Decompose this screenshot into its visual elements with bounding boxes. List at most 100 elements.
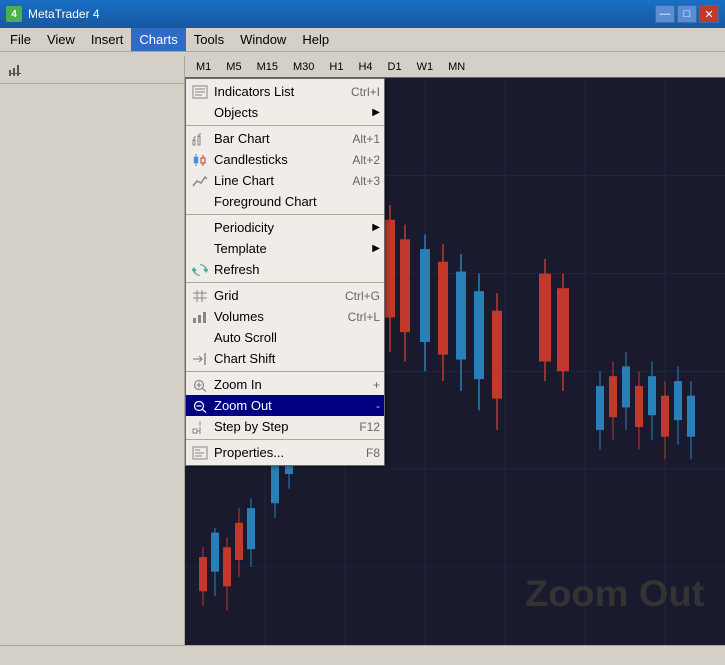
menu-charts[interactable]: Charts xyxy=(131,28,185,51)
menu-auto-scroll[interactable]: Auto Scroll xyxy=(186,327,384,348)
template-label: Template xyxy=(214,241,267,256)
volumes-icon xyxy=(190,309,210,325)
step-by-step-icon xyxy=(190,419,210,435)
menu-step-by-step[interactable]: Step by Step F12 xyxy=(186,416,384,437)
menu-line-chart[interactable]: Line Chart Alt+3 xyxy=(186,170,384,191)
menu-template[interactable]: Template ▶ xyxy=(186,238,384,259)
zoom-out-shortcut: - xyxy=(356,399,380,413)
status-bar xyxy=(0,645,725,665)
left-tool-1[interactable] xyxy=(2,58,28,82)
chart-area: M1 M5 M15 M30 H1 H4 D1 W1 MN xyxy=(185,56,725,645)
menu-foreground-chart[interactable]: Foreground Chart xyxy=(186,191,384,212)
window-controls: — □ ✕ xyxy=(655,5,719,23)
menu-candlesticks[interactable]: Candlesticks Alt+2 xyxy=(186,149,384,170)
candlesticks-icon xyxy=(190,152,210,168)
window-title: MetaTrader 4 xyxy=(28,7,100,21)
tf-m1[interactable]: M1 xyxy=(189,59,218,75)
candlesticks-shortcut: Alt+2 xyxy=(332,153,380,167)
menu-periodicity[interactable]: Periodicity ▶ xyxy=(186,217,384,238)
bar-chart-icon xyxy=(190,131,210,147)
menu-section-2: Bar Chart Alt+1 Candlesticks Alt+2 xyxy=(186,126,384,215)
charts-dropdown-menu: Indicators List Ctrl+I Objects ▶ xyxy=(185,78,385,466)
candlesticks-label: Candlesticks xyxy=(214,152,288,167)
menu-insert[interactable]: Insert xyxy=(83,28,132,51)
objects-label: Objects xyxy=(214,105,258,120)
periodicity-arrow: ▶ xyxy=(372,222,380,233)
volumes-shortcut: Ctrl+L xyxy=(328,310,380,324)
line-chart-icon xyxy=(190,173,210,189)
periodicity-icon xyxy=(190,220,210,236)
bar-chart-label: Bar Chart xyxy=(214,131,270,146)
auto-scroll-icon xyxy=(190,330,210,346)
indicators-list-label: Indicators List xyxy=(214,84,294,99)
zoom-out-icon xyxy=(190,398,210,414)
title-bar: 4 MetaTrader 4 — □ ✕ xyxy=(0,0,725,28)
menu-section-4: Grid Ctrl+G Volumes Ctrl+L Auto Scroll xyxy=(186,283,384,372)
auto-scroll-label: Auto Scroll xyxy=(214,330,277,345)
menu-chart-shift[interactable]: Chart Shift xyxy=(186,348,384,369)
menu-bar-chart[interactable]: Bar Chart Alt+1 xyxy=(186,128,384,149)
zoom-in-label: Zoom In xyxy=(214,377,262,392)
properties-shortcut: F8 xyxy=(346,446,380,460)
periodicity-label: Periodicity xyxy=(214,220,274,235)
indicators-list-icon xyxy=(190,84,210,100)
menu-tools[interactable]: Tools xyxy=(186,28,232,51)
chart-shift-label: Chart Shift xyxy=(214,351,275,366)
zoom-out-label: Zoom Out xyxy=(214,398,272,413)
menu-zoom-out[interactable]: Zoom Out - xyxy=(186,395,384,416)
tf-h1[interactable]: H1 xyxy=(322,59,350,75)
foreground-chart-label: Foreground Chart xyxy=(214,194,317,209)
tf-mn[interactable]: MN xyxy=(441,59,472,75)
indicators-list-shortcut: Ctrl+I xyxy=(331,85,380,99)
menu-window[interactable]: Window xyxy=(232,28,294,51)
template-arrow: ▶ xyxy=(372,243,380,254)
refresh-icon xyxy=(190,262,210,278)
tf-m15[interactable]: M15 xyxy=(250,59,285,75)
zoom-in-icon xyxy=(190,377,210,393)
grid-shortcut: Ctrl+G xyxy=(325,289,380,303)
close-button[interactable]: ✕ xyxy=(699,5,719,23)
menu-help[interactable]: Help xyxy=(294,28,337,51)
menu-bar: File View Insert Charts Tools Window Hel… xyxy=(0,28,725,52)
template-icon xyxy=(190,241,210,257)
main-area: M1 M5 M15 M30 H1 H4 D1 W1 MN xyxy=(0,56,725,645)
step-by-step-shortcut: F12 xyxy=(339,420,380,434)
menu-section-5: Zoom In + Zoom Out - Step xyxy=(186,372,384,440)
left-toolbar xyxy=(0,56,184,84)
step-by-step-label: Step by Step xyxy=(214,419,288,434)
tf-h4[interactable]: H4 xyxy=(351,59,379,75)
tf-m5[interactable]: M5 xyxy=(219,59,248,75)
chart-shift-icon xyxy=(190,351,210,367)
menu-indicators-list[interactable]: Indicators List Ctrl+I xyxy=(186,81,384,102)
menu-volumes[interactable]: Volumes Ctrl+L xyxy=(186,306,384,327)
tf-d1[interactable]: D1 xyxy=(381,59,409,75)
minimize-button[interactable]: — xyxy=(655,5,675,23)
refresh-label: Refresh xyxy=(214,262,260,277)
line-chart-label: Line Chart xyxy=(214,173,274,188)
bar-chart-shortcut: Alt+1 xyxy=(332,132,380,146)
menu-view[interactable]: View xyxy=(39,28,83,51)
tf-m30[interactable]: M30 xyxy=(286,59,321,75)
tf-w1[interactable]: W1 xyxy=(410,59,441,75)
properties-icon xyxy=(190,445,210,461)
foreground-chart-icon xyxy=(190,194,210,210)
menu-grid[interactable]: Grid Ctrl+G xyxy=(186,285,384,306)
objects-icon xyxy=(190,105,210,121)
menu-objects[interactable]: Objects ▶ xyxy=(186,102,384,123)
grid-icon xyxy=(190,288,210,304)
menu-zoom-in[interactable]: Zoom In + xyxy=(186,374,384,395)
volumes-label: Volumes xyxy=(214,309,264,324)
menu-section-6: Properties... F8 xyxy=(186,440,384,465)
menu-file[interactable]: File xyxy=(2,28,39,51)
maximize-button[interactable]: □ xyxy=(677,5,697,23)
grid-label: Grid xyxy=(214,288,239,303)
app-icon: 4 xyxy=(6,6,22,22)
properties-label: Properties... xyxy=(214,445,284,460)
zoom-out-chart-label: Zoom Out xyxy=(525,572,705,614)
menu-properties[interactable]: Properties... F8 xyxy=(186,442,384,463)
menu-refresh[interactable]: Refresh xyxy=(186,259,384,280)
left-panel xyxy=(0,56,185,645)
menu-section-3: Periodicity ▶ Template ▶ Refresh xyxy=(186,215,384,283)
line-chart-shortcut: Alt+3 xyxy=(332,174,380,188)
zoom-in-shortcut: + xyxy=(353,378,380,392)
